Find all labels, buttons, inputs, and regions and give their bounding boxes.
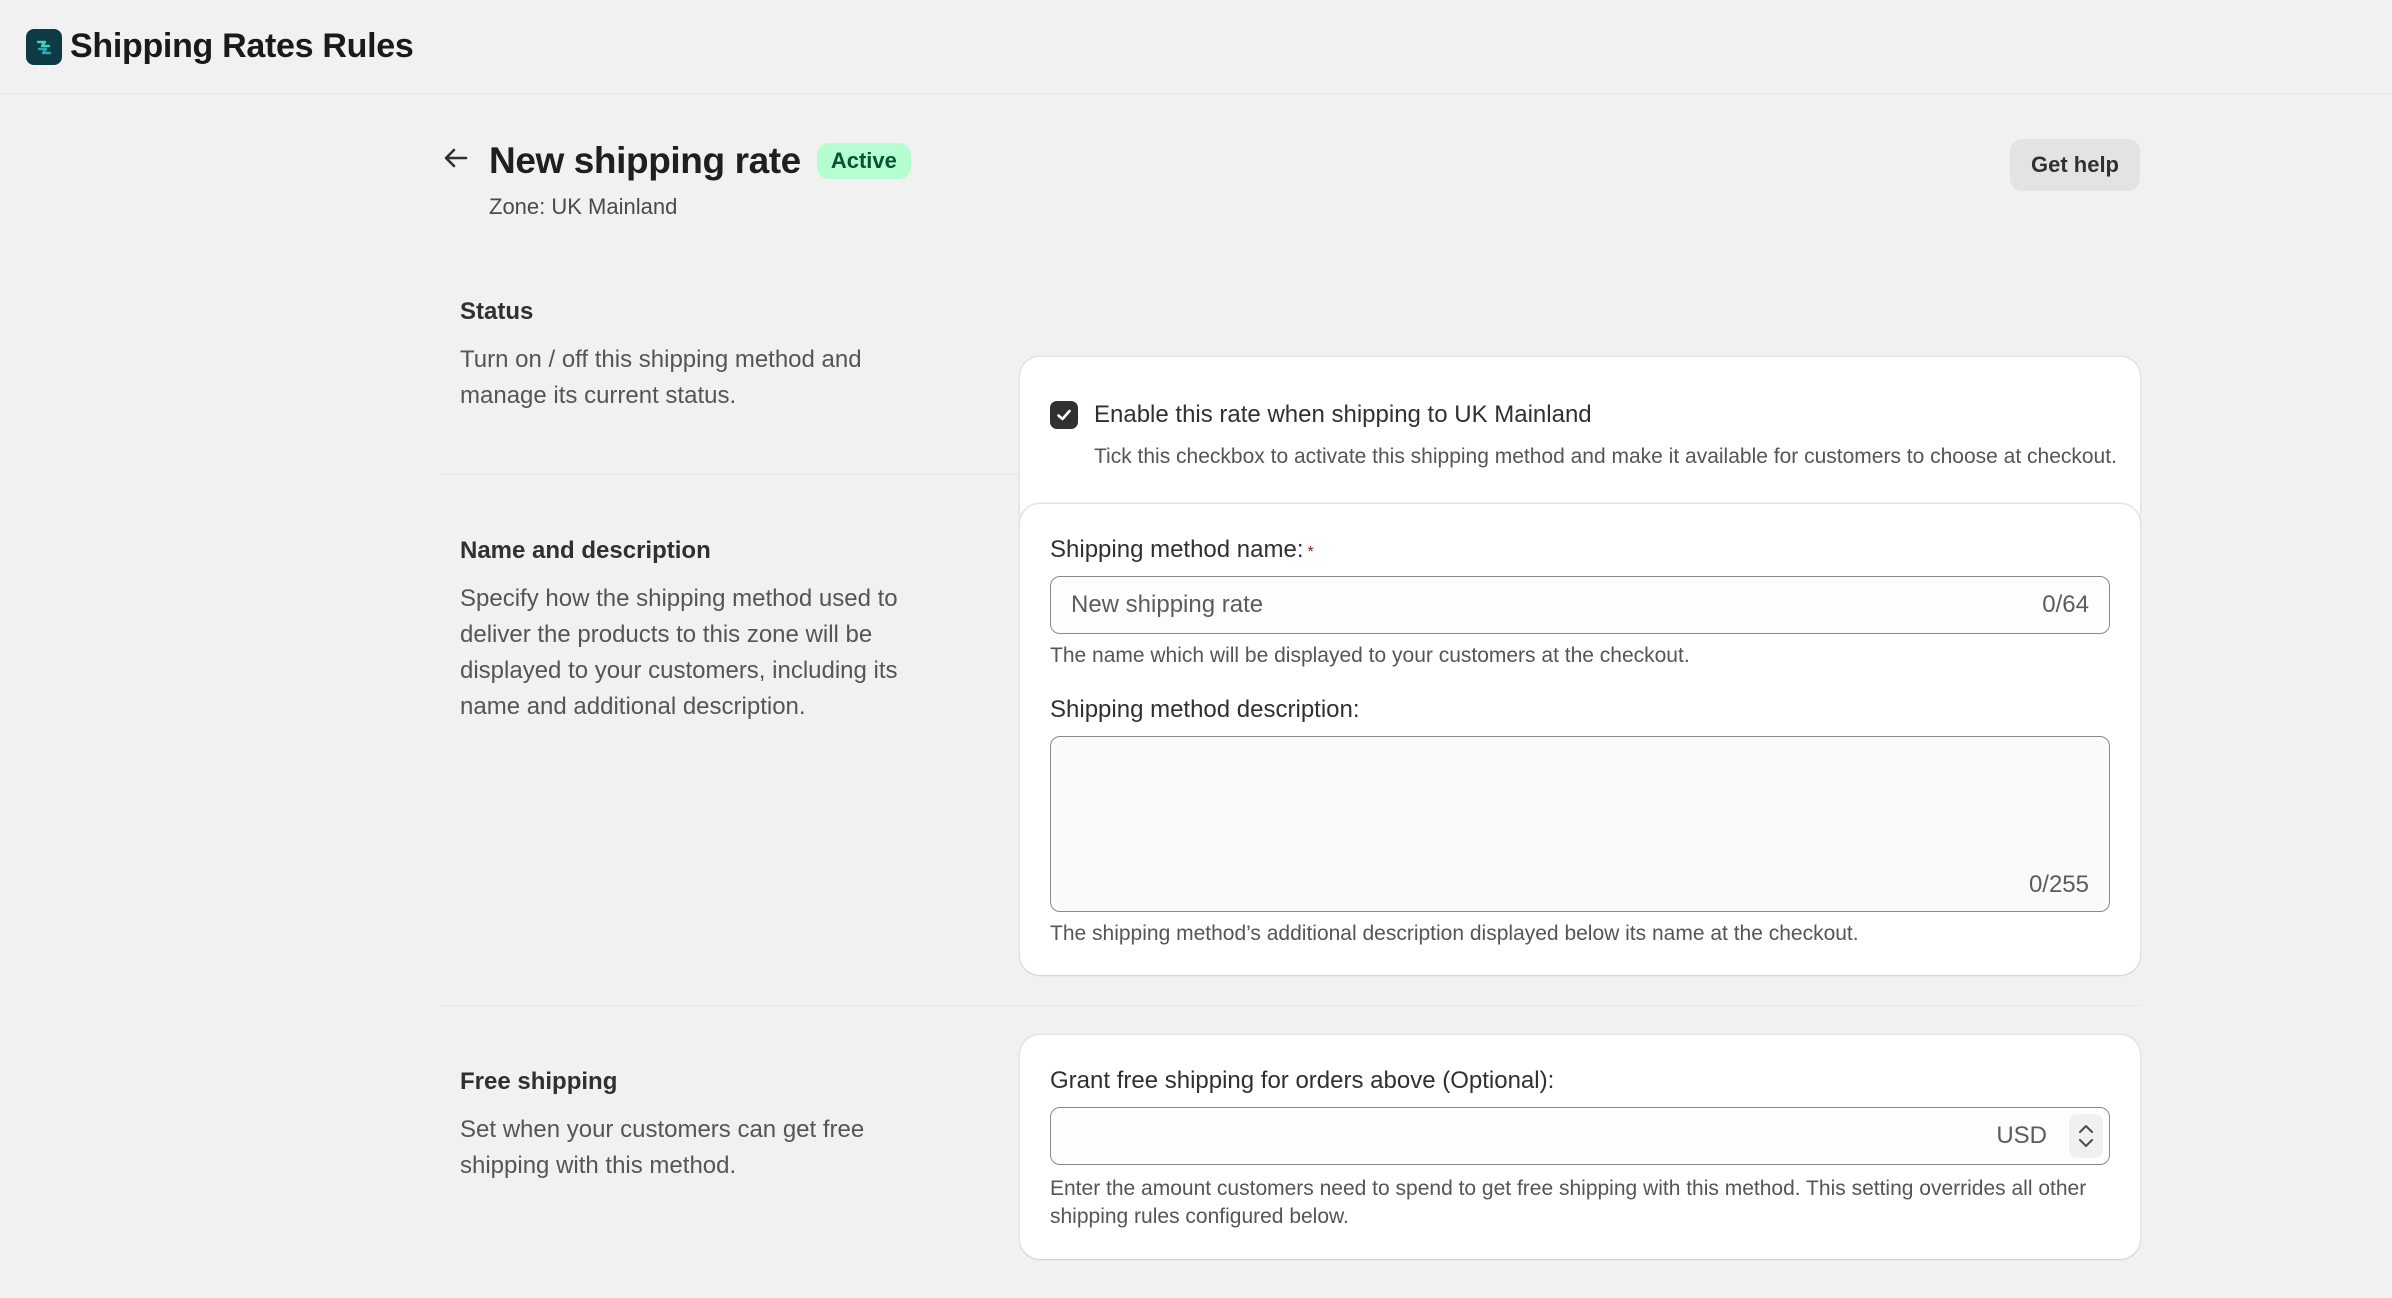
free-shipping-help: Enter the amount customers need to spend… [1050, 1177, 2087, 1228]
chevron-down-icon[interactable] [2078, 1138, 2094, 1148]
page-subtitle: Zone: UK Mainland [489, 194, 678, 219]
back-button[interactable] [440, 142, 472, 174]
arrow-left-icon [444, 148, 468, 168]
free-shipping-amount-input[interactable]: USD [1050, 1107, 2110, 1165]
name-description-info: Name and description Specify how the shi… [460, 537, 940, 725]
free-shipping-section: Free shipping Set when your customers ca… [440, 1006, 2140, 1298]
get-help-button[interactable]: Get help [2010, 139, 2140, 191]
free-shipping-card: Grant free shipping for orders above (Op… [1020, 1035, 2140, 1259]
status-badge: Active [816, 143, 911, 179]
name-description-description: Specify how the shipping method used to … [460, 585, 898, 720]
app-logo-icon [26, 28, 62, 65]
app-topbar: Shipping Rates Rules [0, 0, 2392, 94]
name-field-label-row: Shipping method name: * [1050, 536, 2110, 564]
status-heading: Status [460, 298, 534, 325]
enable-rate-label[interactable]: Enable this rate when shipping to UK Mai… [1094, 401, 1592, 429]
enable-rate-checkbox[interactable] [1050, 401, 1078, 429]
free-shipping-heading: Free shipping [460, 1068, 618, 1095]
shipping-method-description-textarea[interactable]: 0/255 [1050, 736, 2110, 912]
page-header: New shipping rate Active Zone: UK Mainla… [440, 94, 2140, 264]
enable-rate-help: Tick this checkbox to activate this ship… [1094, 445, 2117, 468]
description-char-counter: 0/255 [2028, 871, 2089, 898]
name-description-section: Name and description Specify how the shi… [440, 475, 2140, 1006]
free-shipping-description: Set when your customers can get free shi… [460, 1116, 865, 1179]
amount-stepper[interactable] [2069, 1114, 2103, 1158]
enable-rate-row: Enable this rate when shipping to UK Mai… [1050, 401, 2110, 429]
status-section-info: Status Turn on / off this shipping metho… [460, 298, 940, 414]
name-char-counter: 0/64 [2042, 591, 2089, 618]
page-content: New shipping rate Active Zone: UK Mainla… [440, 94, 2140, 1298]
description-field-help: The shipping method’s additional descrip… [1050, 922, 1859, 945]
shipping-method-name-input[interactable]: New shipping rate 0/64 [1050, 576, 2110, 634]
title-wrap: New shipping rate Active [489, 140, 911, 182]
status-section: Status Turn on / off this shipping metho… [440, 264, 2140, 531]
chevron-up-icon[interactable] [2078, 1124, 2094, 1134]
checkmark-icon [1057, 409, 1071, 421]
free-shipping-field-label: Grant free shipping for orders above (Op… [1050, 1067, 1555, 1094]
required-mark: * [1307, 544, 1314, 561]
status-description: Turn on / off this shipping method and m… [460, 346, 862, 409]
currency-suffix: USD [1996, 1122, 2047, 1149]
app-title: Shipping Rates Rules [70, 27, 414, 65]
name-field-label: Shipping method name: [1050, 536, 1304, 563]
free-shipping-info: Free shipping Set when your customers ca… [460, 1068, 940, 1184]
description-field-label: Shipping method description: [1050, 696, 1360, 723]
name-field-help: The name which will be displayed to your… [1050, 644, 1690, 667]
name-description-heading: Name and description [460, 537, 711, 564]
page-title: New shipping rate [489, 140, 801, 181]
name-description-card: Shipping method name: * New shipping rate… [1020, 504, 2140, 975]
name-input-placeholder: New shipping rate [1071, 591, 1264, 618]
